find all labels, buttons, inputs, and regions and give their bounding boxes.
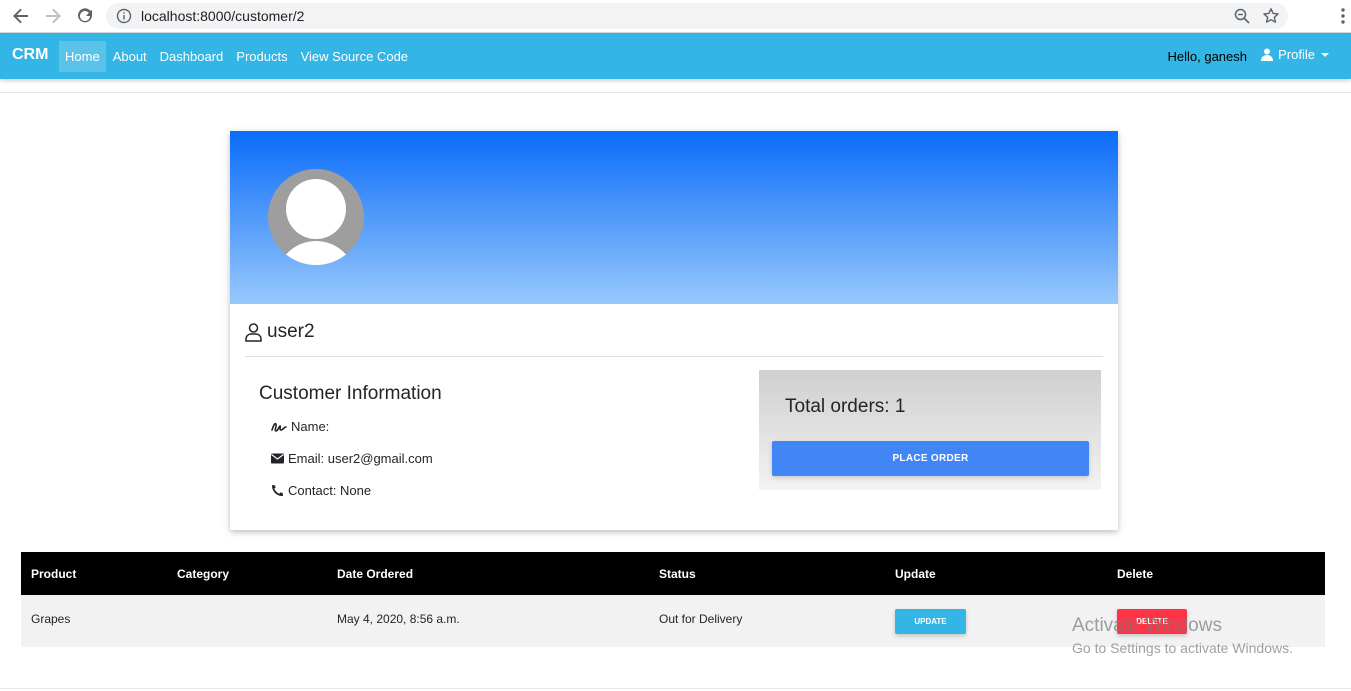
card-header-banner	[230, 131, 1118, 304]
user-icon	[1261, 48, 1274, 61]
avatar-body-shape	[276, 241, 356, 265]
zoom-icon[interactable]	[1234, 8, 1250, 29]
cell-status: Out for Delivery	[659, 612, 743, 626]
customer-card: user2 Customer Information Name: Email: …	[230, 131, 1118, 530]
cell-date-ordered: May 4, 2020, 8:56 a.m.	[337, 612, 460, 626]
username-text: user2	[267, 321, 315, 342]
place-order-button[interactable]: PLACE ORDER	[772, 441, 1089, 476]
header-status: Status	[659, 567, 696, 581]
reload-button[interactable]	[74, 6, 96, 26]
avatar-head-shape	[286, 179, 346, 239]
nav-item-products[interactable]: Products	[230, 41, 293, 72]
cell-product: Grapes	[31, 612, 71, 626]
customer-username: user2	[245, 321, 315, 343]
reload-icon	[78, 8, 92, 23]
table-header: Product Category Date Ordered Status Upd…	[21, 552, 1325, 595]
header-product: Product	[31, 567, 77, 581]
user-greeting: Hello, ganesh	[1167, 49, 1248, 64]
envelope-icon	[271, 453, 284, 464]
activate-windows-subtitle: Go to Settings to activate Windows.	[1072, 640, 1293, 656]
header-date-ordered: Date Ordered	[337, 567, 414, 581]
arrow-left-icon	[13, 8, 28, 24]
nav-item-dashboard[interactable]: Dashboard	[154, 41, 230, 72]
email-label: Email: user2@gmail.com	[288, 451, 433, 466]
caret-down-icon	[1321, 52, 1329, 57]
nav-item-about[interactable]: About	[107, 41, 153, 72]
activate-windows-title: Activate Windows	[1072, 615, 1222, 636]
back-button[interactable]	[10, 6, 32, 26]
orders-summary-box: Total orders: 1 PLACE ORDER	[759, 370, 1101, 490]
info-icon[interactable]	[116, 8, 132, 29]
profile-label: Profile	[1278, 47, 1315, 62]
avatar	[268, 169, 364, 265]
url-text[interactable]: localhost:8000/customer/2	[141, 8, 304, 24]
forward-button[interactable]	[42, 6, 64, 26]
page-divider	[0, 92, 1351, 93]
nav-item-view-source[interactable]: View Source Code	[295, 41, 414, 72]
name-row: Name:	[271, 419, 329, 434]
email-row: Email: user2@gmail.com	[271, 451, 433, 466]
card-divider	[245, 356, 1103, 357]
browser-menu-icon[interactable]	[1341, 7, 1345, 30]
browser-toolbar: localhost:8000/customer/2	[0, 0, 1351, 33]
signature-icon	[271, 422, 287, 432]
arrow-right-icon	[46, 8, 61, 24]
header-delete: Delete	[1117, 567, 1154, 581]
page-bottom-divider	[0, 688, 1351, 689]
contact-label: Contact: None	[288, 483, 372, 498]
name-label: Name:	[291, 419, 330, 434]
total-orders: Total orders: 1	[785, 396, 906, 417]
update-order-button[interactable]: UPDATE	[895, 609, 966, 634]
header-category: Category	[177, 567, 230, 581]
app-navbar: CRM Home About Dashboard Products View S…	[0, 33, 1351, 79]
header-update: Update	[895, 567, 936, 581]
phone-icon	[272, 485, 283, 496]
profile-dropdown[interactable]: Profile	[1261, 47, 1329, 62]
user-outline-icon	[245, 322, 262, 342]
bookmark-star-icon[interactable]	[1262, 7, 1280, 30]
nav-menu: Home About Dashboard Products View Sourc…	[59, 41, 415, 72]
brand-logo[interactable]: CRM	[12, 46, 48, 64]
customer-info-title: Customer Information	[259, 383, 442, 404]
contact-row: Contact: None	[271, 483, 371, 498]
nav-item-home[interactable]: Home	[59, 41, 106, 72]
address-bar[interactable]: localhost:8000/customer/2	[106, 3, 1288, 29]
